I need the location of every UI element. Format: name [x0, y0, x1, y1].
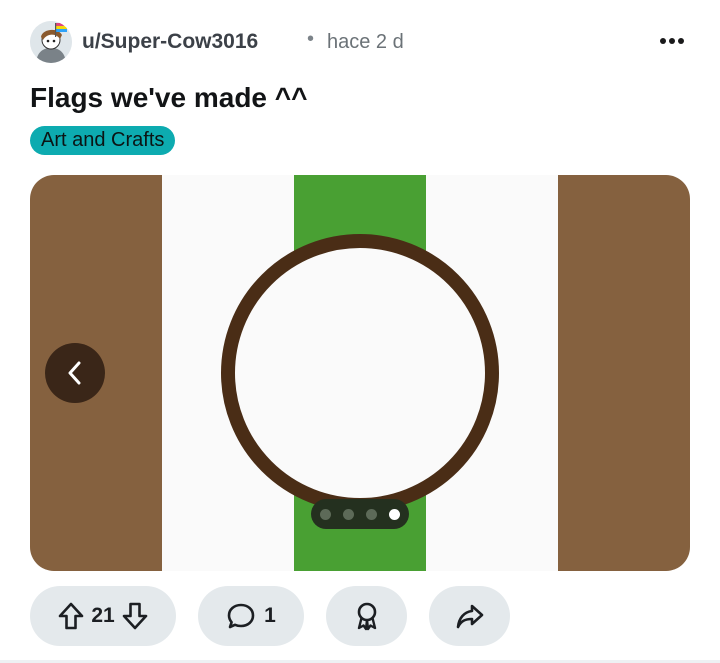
comments-button[interactable]: 1: [198, 586, 304, 646]
downvote-arrow-icon: [122, 602, 147, 630]
post-time: hace 2 d: [327, 31, 404, 53]
chevron-left-icon: [68, 361, 81, 385]
separator-dot: •: [307, 28, 315, 50]
previous-image-button[interactable]: [45, 343, 105, 403]
downvote-button[interactable]: [121, 601, 149, 631]
post-title[interactable]: Flags we've made ^^: [30, 82, 307, 114]
more-options-icon: [660, 38, 684, 44]
post-header: u/Super-Cow3016 • hace 2 d: [30, 18, 690, 66]
image-carousel[interactable]: [30, 175, 690, 571]
page-dot[interactable]: [320, 508, 331, 520]
comment-bubble-icon: [227, 603, 255, 629]
share-button[interactable]: [429, 586, 510, 646]
post-flair[interactable]: Art and Crafts: [30, 126, 176, 155]
award-button[interactable]: [326, 586, 407, 646]
share-arrow-icon: [456, 604, 483, 629]
carousel-page-indicator: [311, 499, 409, 529]
award-ribbon-icon: [357, 602, 376, 631]
comment-count: 1: [264, 604, 276, 627]
page-dot[interactable]: [366, 508, 377, 520]
username[interactable]: u/Super-Cow3016: [82, 30, 258, 54]
post-actions: 21 1: [30, 586, 690, 646]
avatar[interactable]: [30, 21, 72, 63]
upvote-button[interactable]: [57, 601, 85, 631]
vote-count: 21: [91, 604, 115, 627]
more-options-button[interactable]: [654, 26, 690, 56]
vote-control: 21: [30, 586, 176, 646]
page-dot[interactable]: [343, 508, 354, 520]
upvote-arrow-icon: [59, 602, 84, 630]
page-dot-active[interactable]: [389, 508, 400, 520]
